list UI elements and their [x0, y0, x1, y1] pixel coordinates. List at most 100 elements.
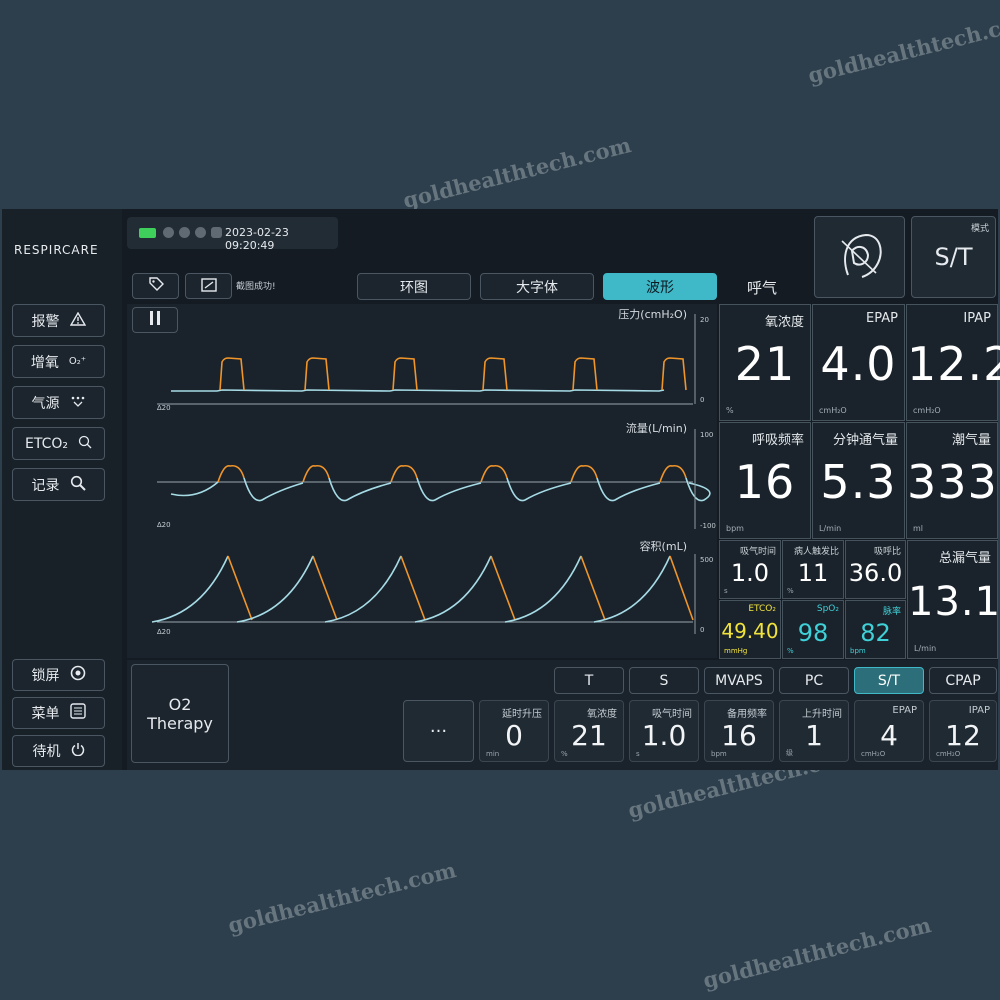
- monitor-ie-ratio: 吸呼比 36.0: [845, 540, 906, 599]
- setting-value: 21: [571, 719, 607, 752]
- volume-waveform: [151, 555, 694, 623]
- waveform-panel: 压力(cmH₂O) 流量(L/min) 容积(mL) 20 0 100 -100…: [127, 304, 717, 658]
- volume-trace-expiration: [580, 555, 606, 621]
- mode-button-pc[interactable]: PC: [779, 667, 849, 694]
- side-button-label: 菜单: [31, 706, 60, 722]
- monitor-unit: mmHg: [724, 647, 748, 655]
- monitor-label: IPAP: [963, 311, 991, 326]
- flow-trace-inspiration: [570, 464, 598, 483]
- setting-unit: cmH₂O: [936, 750, 961, 758]
- mode-button-s[interactable]: S: [629, 667, 699, 694]
- flow-trace-expiration: [685, 477, 711, 502]
- o2-therapy-button[interactable]: O2 Therapy: [131, 664, 229, 763]
- tab-large-font[interactable]: 大字体: [480, 273, 594, 300]
- ventilator-screen: RESPIRCARE 报警 增氧 O₂⁺ 气源 ETCO₂ 记录 锁屏 菜单 待…: [2, 209, 1000, 770]
- mode-button-t[interactable]: T: [554, 667, 624, 694]
- tag-button[interactable]: [132, 273, 179, 299]
- monitor-value: 21: [734, 337, 796, 391]
- monitor-value: 49.40: [721, 619, 779, 643]
- side-button-gas-source[interactable]: 气源: [12, 386, 105, 419]
- flow-trace-inspiration: [659, 464, 687, 483]
- setting-delay-ramp[interactable]: 延时升压 0 min: [479, 700, 549, 762]
- setting-unit: s: [636, 750, 640, 758]
- flow-trace-inspiration: [302, 464, 330, 483]
- monitor-unit: %: [726, 406, 734, 415]
- side-button-lock-screen[interactable]: 锁屏: [12, 659, 105, 691]
- pressure-scale-top: 20: [700, 316, 709, 324]
- side-button-o2[interactable]: 增氧 O₂⁺: [12, 345, 105, 378]
- volume-trace-inspiration: [593, 555, 671, 623]
- monitor-total-leak: 总漏气量 13.1 L/min: [907, 540, 1000, 659]
- watermark: goldhealthtech.com: [805, 7, 1000, 88]
- side-button-label: 增氧: [30, 354, 59, 371]
- setting-unit: min: [486, 750, 500, 758]
- side-button-label: 报警: [31, 313, 60, 330]
- tab-loop-view[interactable]: 环图: [357, 273, 471, 300]
- mode-display-value: S/T: [934, 243, 973, 271]
- setting-value: 12: [945, 719, 981, 752]
- setting-value: 4: [880, 719, 898, 752]
- monitor-label: 呼吸频率: [751, 433, 804, 448]
- volume-trace-inspiration: [504, 555, 582, 623]
- pressure-scale-bottom: 0: [700, 396, 704, 404]
- time-marker: ∆20: [156, 404, 171, 412]
- setting-rise-time[interactable]: 上升时间 1 级: [779, 700, 849, 762]
- section-title: 呼气: [747, 279, 778, 297]
- o2-therapy-label: Therapy: [147, 713, 213, 733]
- screenshot-button[interactable]: [185, 273, 232, 299]
- monitor-unit: bpm: [726, 524, 744, 533]
- side-button-standby[interactable]: 待机: [12, 735, 105, 767]
- monitor-value: 36.0: [848, 559, 903, 587]
- tab-waveform[interactable]: 波形: [603, 273, 717, 300]
- side-button-alarm[interactable]: 报警: [12, 304, 105, 337]
- setting-label: 备用频率: [727, 709, 767, 720]
- side-button-etco2[interactable]: ETCO₂: [12, 427, 105, 460]
- side-button-label: 锁屏: [31, 668, 60, 684]
- monitor-value: 98: [797, 619, 829, 647]
- monitor-label: 分钟通气量: [832, 433, 898, 448]
- flow-scale-bottom: -100: [700, 522, 716, 530]
- etco2-icon: [78, 435, 92, 453]
- monitor-epap: EPAP 4.0 cmH₂O: [812, 304, 905, 421]
- setting-value: 0: [505, 719, 523, 752]
- volume-trace-expiration: [669, 555, 694, 621]
- setting-backup-rate[interactable]: 备用频率 16 bpm: [704, 700, 774, 762]
- search-icon: [70, 475, 86, 495]
- monitor-fio2: 氧浓度 21 %: [719, 304, 811, 421]
- side-button-menu[interactable]: 菜单: [12, 697, 105, 729]
- monitor-unit: bpm: [850, 647, 866, 655]
- side-button-label: ETCO₂: [25, 435, 68, 452]
- monitor-label: SpO₂: [816, 604, 839, 614]
- monitor-value: 333: [907, 455, 998, 509]
- setting-insp-time[interactable]: 吸气时间 1.0 s: [629, 700, 699, 762]
- setting-ipap[interactable]: IPAP 12 cmH₂O: [929, 700, 997, 762]
- wifi-icon: [163, 227, 174, 238]
- setting-fio2[interactable]: 氧浓度 21 %: [554, 700, 624, 762]
- mode-button-cpap[interactable]: CPAP: [929, 667, 997, 694]
- flow-trace-expiration: [328, 477, 392, 502]
- monitor-unit: %: [787, 647, 794, 655]
- volume-trace-inspiration: [151, 555, 229, 623]
- setting-unit: %: [561, 750, 568, 758]
- volume-scale-top: 500: [700, 556, 713, 564]
- o2-therapy-label: O2: [168, 694, 192, 714]
- datetime: 2023-02-23 09:20:49: [225, 226, 289, 252]
- mode-display-button[interactable]: 模式 S/T: [911, 216, 996, 298]
- brand-logo: RESPIRCARE: [14, 243, 99, 257]
- monitor-insp-time: 吸气时间 1.0 s: [719, 540, 781, 599]
- more-settings-button[interactable]: ···: [403, 700, 474, 762]
- setting-epap[interactable]: EPAP 4 cmH₂O: [854, 700, 924, 762]
- mode-button-mvaps[interactable]: MVAPS: [704, 667, 774, 694]
- flow-trace-expiration: [170, 481, 219, 497]
- monitor-label: EPAP: [866, 311, 898, 326]
- pressure-trace-inspiration: [482, 357, 508, 391]
- pressure-trace-expiration: [171, 389, 665, 392]
- volume-trace-expiration: [227, 555, 253, 621]
- pressure-trace-inspiration: [304, 357, 330, 391]
- power-icon: [71, 742, 85, 760]
- side-button-record[interactable]: 记录: [12, 468, 105, 501]
- patient-interface-button[interactable]: [814, 216, 905, 298]
- monitor-unit: s: [724, 587, 728, 595]
- mode-button-st[interactable]: S/T: [854, 667, 924, 694]
- monitor-value: 5.3: [820, 455, 897, 509]
